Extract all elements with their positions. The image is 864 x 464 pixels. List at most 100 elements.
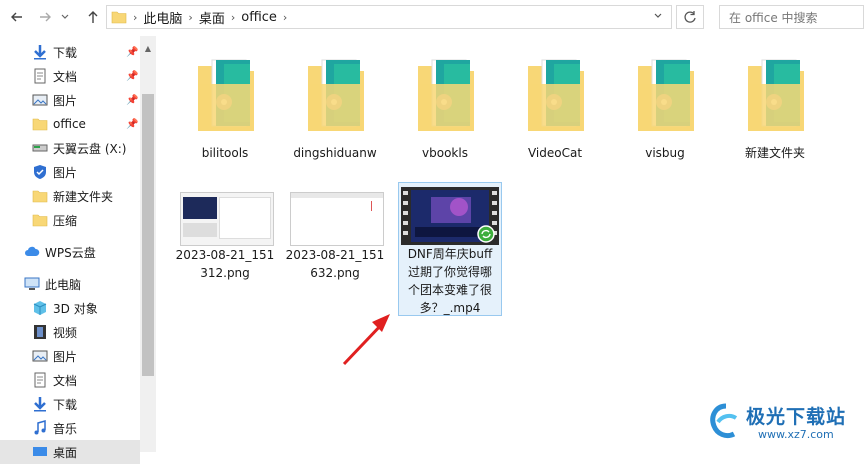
chevron-down-icon — [654, 13, 662, 18]
pin-icon: 📌 — [126, 70, 139, 82]
file-name-line: 过期了你觉得哪 — [407, 265, 492, 279]
download-icon — [34, 45, 46, 60]
pin-icon: 📌 — [126, 46, 139, 58]
folder-item-dingshiduanw[interactable]: dingshiduanw — [280, 50, 390, 162]
folder-icon — [32, 118, 48, 131]
scrollbar-thumb[interactable] — [142, 94, 154, 376]
arrow-right-icon — [40, 12, 51, 22]
sidebar-item-documents[interactable]: 文档 📌 — [0, 64, 140, 88]
watermark-url: www.xz7.com — [758, 428, 834, 441]
pin-icon: 📌 — [126, 118, 139, 130]
breadcrumb-office[interactable]: office — [241, 10, 277, 25]
sidebar-item-label: 图片 — [53, 93, 78, 108]
sidebar-item-new-folder[interactable]: 新建文件夹 — [0, 184, 140, 208]
folder-icon — [32, 190, 48, 203]
back-button[interactable] — [6, 6, 28, 28]
breadcrumb-desktop[interactable]: 桌面 — [199, 8, 225, 27]
annotation-arrow-icon — [342, 314, 390, 366]
refresh-icon — [684, 11, 696, 23]
sidebar-item-pictures[interactable]: 图片 📌 — [0, 88, 140, 112]
folder-name: bilitools — [201, 146, 249, 160]
document-icon — [34, 68, 46, 84]
picture-icon — [32, 350, 48, 362]
refresh-button[interactable] — [676, 5, 704, 29]
sidebar-item-pc-pictures[interactable]: 图片 — [0, 344, 140, 368]
up-button[interactable] — [82, 6, 104, 28]
sidebar-item-label: 3D 对象 — [53, 301, 98, 316]
folder-app-icon — [308, 59, 364, 131]
sidebar-item-label: 下载 — [53, 397, 78, 412]
sidebar-item-pc-documents[interactable]: 文档 — [0, 368, 140, 392]
search-input[interactable]: 在 office 中搜索 — [719, 5, 864, 29]
file-name-line: DNF周年庆buff — [407, 247, 493, 261]
drive-icon — [32, 144, 48, 152]
sidebar-item-label: 桌面 — [53, 445, 78, 460]
document-icon — [34, 372, 46, 388]
computer-icon — [24, 277, 40, 290]
image-thumbnail — [290, 192, 384, 246]
file-name-line: 多？_.mp4 — [419, 301, 481, 315]
folder-name: 新建文件夹 — [744, 146, 805, 160]
sync-status-icon — [477, 225, 495, 243]
arrow-left-icon — [11, 12, 22, 22]
file-item-png-1[interactable]: 2023-08-21_151 312.png — [170, 182, 280, 282]
address-dropdown-button[interactable] — [653, 10, 663, 24]
sidebar-item-label: 音乐 — [53, 421, 78, 436]
pin-icon: 📌 — [126, 94, 139, 106]
sidebar-item-3d-objects[interactable]: 3D 对象 — [0, 296, 140, 320]
chevron-right-icon: › — [188, 10, 193, 24]
chevron-right-icon: › — [133, 10, 138, 24]
navigation-pane: 下载 📌 文档 📌 图片 📌 office 📌 天翼云盘 (X:) 图片 新建文… — [0, 36, 140, 464]
address-bar[interactable]: › 此电脑 › 桌面 › office › — [106, 5, 672, 29]
folder-item-videocat[interactable]: VideoCat — [500, 50, 610, 162]
sidebar-item-pictures-2[interactable]: 图片 — [0, 160, 140, 184]
sidebar-item-tianyi-drive[interactable]: 天翼云盘 (X:) — [0, 136, 140, 160]
sidebar-item-this-pc[interactable]: 此电脑 — [0, 272, 140, 296]
recent-locations-button[interactable] — [58, 6, 72, 28]
sidebar-item-label: 天翼云盘 (X:) — [53, 141, 127, 156]
file-name-line: 个团本变难了很 — [407, 283, 492, 297]
sidebar-item-wps-cloud[interactable]: WPS云盘 — [0, 240, 140, 264]
folder-app-icon — [198, 59, 254, 131]
sidebar-item-label: office — [53, 117, 86, 131]
file-name-line: 2023-08-21_151 — [175, 248, 275, 262]
file-item-png-2[interactable]: 2023-08-21_151 632.png — [280, 182, 390, 282]
folder-item-new-folder[interactable]: 新建文件夹 — [720, 50, 830, 162]
folder-item-vbookls[interactable]: vbookls — [390, 50, 500, 162]
site-watermark: 极光下载站 www.xz7.com — [706, 396, 864, 452]
breadcrumb-this-pc[interactable]: 此电脑 — [143, 8, 182, 27]
chevron-down-icon — [61, 14, 69, 19]
watermark-logo-icon — [710, 403, 738, 439]
sidebar-item-videos[interactable]: 视频 — [0, 320, 140, 344]
sidebar-item-label: 文档 — [53, 69, 78, 84]
sidebar-item-pc-downloads[interactable]: 下载 — [0, 392, 140, 416]
download-icon — [34, 397, 46, 412]
sidebar-item-label: 视频 — [53, 325, 78, 340]
sidebar-item-label: 新建文件夹 — [53, 189, 114, 204]
scroll-up-arrow-icon[interactable]: ▲ — [142, 42, 154, 54]
sidebar-item-label: 下载 — [53, 45, 78, 60]
sidebar-item-desktop[interactable]: 桌面 — [0, 440, 140, 464]
folder-item-bilitools[interactable]: bilitools — [170, 50, 280, 162]
sidebar-item-downloads[interactable]: 下载 📌 — [0, 40, 140, 64]
folder-app-icon — [418, 59, 474, 131]
sidebar-item-compress[interactable]: 压缩 — [0, 208, 140, 232]
sidebar-item-label: WPS云盘 — [45, 245, 96, 260]
folder-app-icon — [748, 59, 804, 131]
sidebar-item-music[interactable]: 音乐 — [0, 416, 140, 440]
folder-app-icon — [638, 59, 694, 131]
forward-button[interactable] — [34, 6, 56, 28]
sidebar-item-label: 图片 — [53, 349, 78, 364]
folder-app-icon — [528, 59, 584, 131]
chevron-right-icon: › — [282, 10, 288, 24]
folder-icon — [111, 11, 127, 24]
sidebar-item-label: 此电脑 — [45, 277, 82, 292]
music-icon — [34, 420, 46, 435]
sidebar-item-office[interactable]: office 📌 — [0, 112, 140, 136]
file-item-mp4-selected[interactable]: DNF周年庆buff 过期了你觉得哪 个团本变难了很 多？_.mp4 — [398, 182, 502, 316]
folder-name: dingshiduanw — [293, 146, 377, 160]
film-icon — [34, 325, 46, 339]
folder-item-visbug[interactable]: visbug — [610, 50, 720, 162]
chevron-right-icon: › — [230, 10, 236, 24]
file-view: bilitools dingshiduanw vbookls VideoCat — [156, 36, 864, 452]
